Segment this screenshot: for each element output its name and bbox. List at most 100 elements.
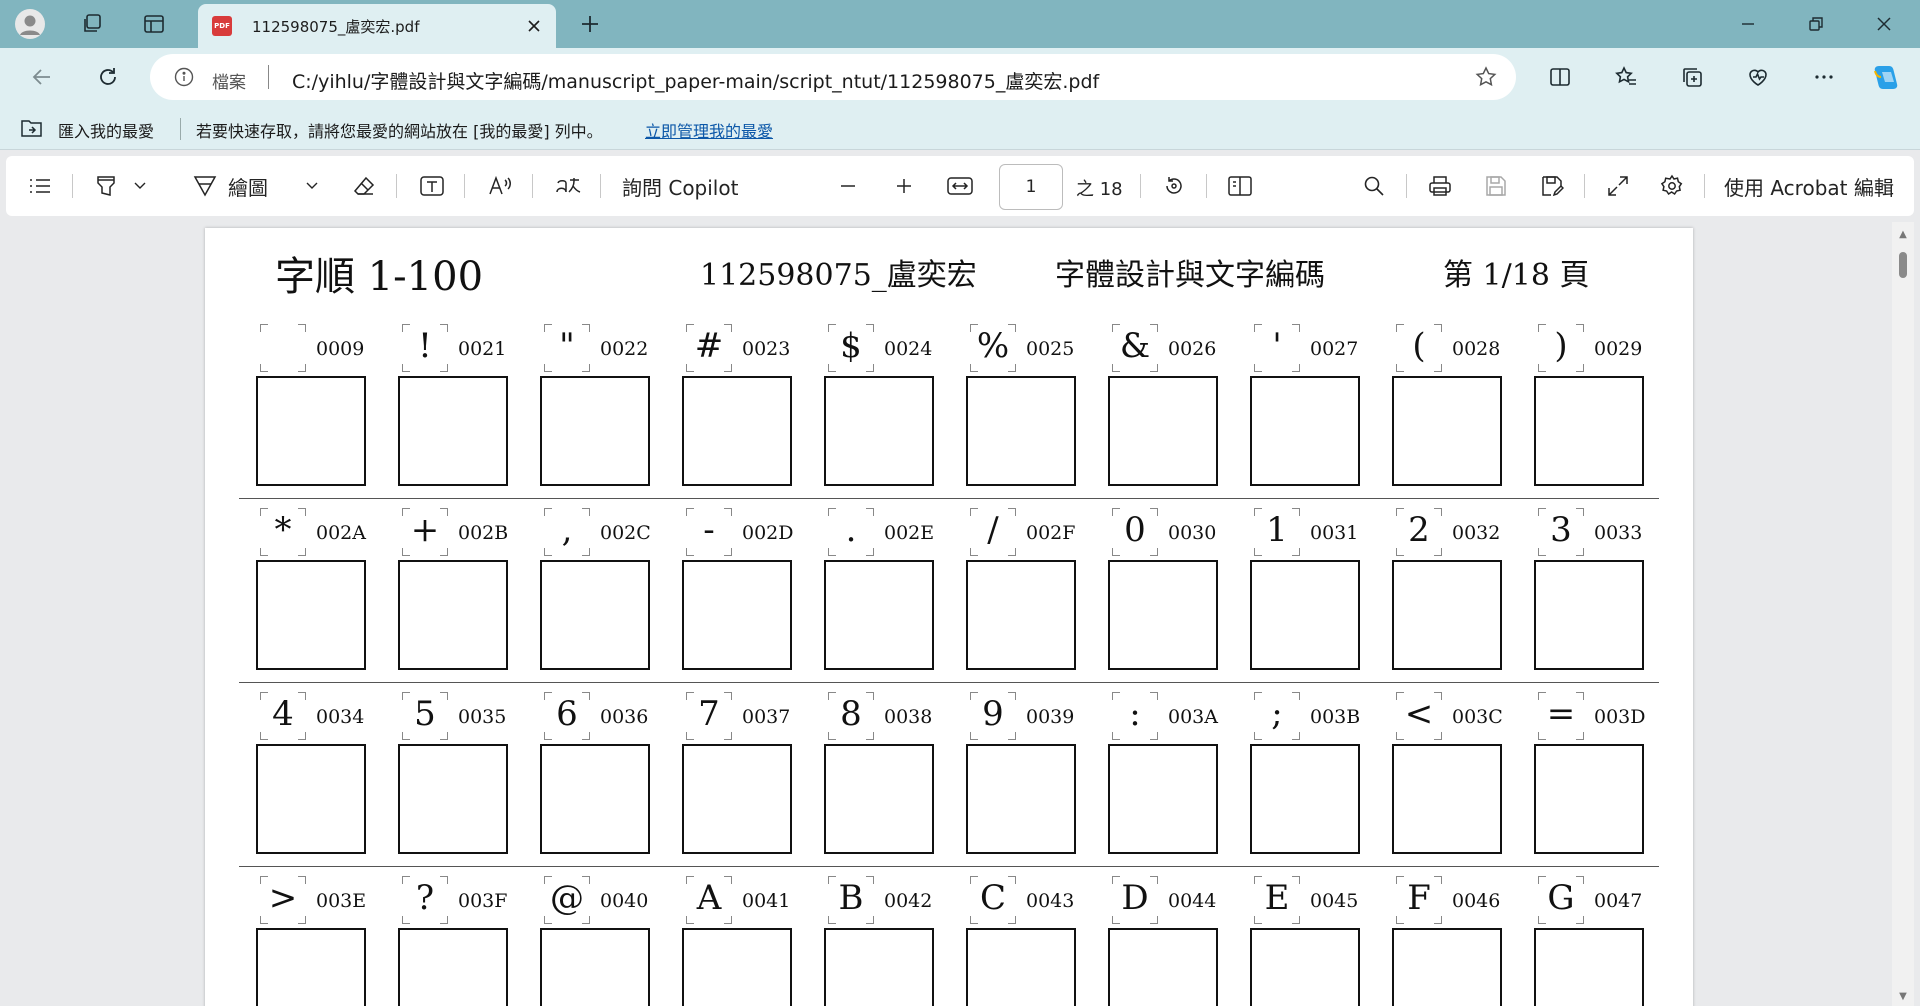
unicode-code: 0030 <box>1168 522 1217 544</box>
unicode-code: 0036 <box>600 706 649 728</box>
search-icon[interactable] <box>1358 170 1390 202</box>
reference-glyph: 5 <box>414 694 436 734</box>
more-menu-icon[interactable] <box>1808 61 1840 93</box>
address-bar[interactable]: 檔案 C:/yihlu/字體設計與文字編碼/manuscript_paper-m… <box>150 54 1516 100</box>
favorites-icon[interactable] <box>1610 61 1642 93</box>
split-screen-icon[interactable] <box>1544 61 1576 93</box>
glyph-cell: ; 003B <box>1250 692 1360 870</box>
tab-close-icon[interactable] <box>522 14 546 38</box>
save-icon[interactable] <box>1480 170 1512 202</box>
favorites-bar: 匯入我的最愛 若要快速存取，請將您最愛的網站放在 [我的最愛] 列中。 立即管理… <box>0 106 1920 150</box>
draw-button[interactable]: 繪圖 <box>228 170 268 202</box>
glyph-cell: % 0025 <box>966 324 1076 502</box>
unicode-code: 0040 <box>600 890 649 912</box>
ask-copilot-label: 詢問 Copilot <box>622 175 739 200</box>
settings-gear-icon[interactable] <box>1656 170 1688 202</box>
glyph-cell: 2 0032 <box>1392 508 1502 686</box>
page-view-icon[interactable] <box>1224 170 1256 202</box>
unicode-code: 0042 <box>884 890 933 912</box>
erase-icon[interactable] <box>348 170 380 202</box>
import-favorites-link[interactable]: 匯入我的最愛 <box>58 118 154 142</box>
favorites-hint: 若要快速存取，請將您最愛的網站放在 [我的最愛] 列中。 <box>196 122 603 141</box>
unicode-code: 0009 <box>316 338 365 360</box>
glyph-cell: / 002F <box>966 508 1076 686</box>
unicode-code: 0032 <box>1452 522 1501 544</box>
highlight-icon[interactable] <box>90 170 122 202</box>
glyph-cell: . 002E <box>824 508 934 686</box>
draw-dropdown-icon[interactable] <box>302 170 322 202</box>
ask-copilot-button[interactable]: 詢問 Copilot <box>622 170 738 202</box>
close-window-icon[interactable] <box>1854 0 1914 48</box>
browser-essentials-icon[interactable] <box>1742 61 1774 93</box>
page-number-input[interactable]: 1 <box>999 164 1063 210</box>
glyph-cell: <003C <box>1392 692 1503 870</box>
address-divider <box>268 65 269 89</box>
page-total-label: 之 18 <box>1076 179 1123 200</box>
import-favorites-icon[interactable] <box>20 117 44 143</box>
copilot-icon[interactable] <box>1870 61 1902 93</box>
glyph-cell: ' 0027 <box>1250 324 1360 502</box>
glyph-cell: ? 003F <box>398 876 508 1006</box>
page-header-page-number: 第 1/18 頁 <box>1443 258 1590 293</box>
writing-box <box>398 376 508 486</box>
glyph-cell: E 0045 <box>1250 876 1360 1006</box>
file-scheme-label: 檔案 <box>212 73 246 93</box>
highlight-dropdown-icon[interactable] <box>130 170 150 202</box>
unicode-code: 0023 <box>742 338 791 360</box>
draw-icon[interactable] <box>190 170 220 202</box>
toolbar-divider <box>464 174 465 198</box>
url-text[interactable]: C:/yihlu/字體設計與文字編碼/manuscript_paper-main… <box>292 67 1099 94</box>
glyph-cell: 8 0038 <box>824 692 934 870</box>
reference-glyph: ( <box>1412 326 1426 366</box>
restore-icon[interactable] <box>1786 0 1846 48</box>
scroll-down-icon[interactable]: ▼ <box>1897 990 1909 1002</box>
refresh-icon[interactable] <box>92 61 124 93</box>
add-text-icon[interactable] <box>416 170 448 202</box>
scrollbar-thumb[interactable] <box>1899 252 1907 278</box>
contents-icon[interactable] <box>24 170 56 202</box>
save-as-icon[interactable] <box>1536 170 1568 202</box>
print-icon[interactable] <box>1424 170 1456 202</box>
workspaces-icon[interactable] <box>76 8 108 40</box>
rotate-icon[interactable] <box>1158 170 1190 202</box>
vertical-scrollbar[interactable]: ▲ ▼ <box>1892 222 1914 1006</box>
fit-to-width-icon[interactable] <box>944 170 976 202</box>
vertical-tabs-icon[interactable] <box>138 8 170 40</box>
reference-glyph: 3 <box>1550 510 1572 550</box>
active-tab[interactable]: PDF 112598075_盧奕宏.pdf <box>198 4 556 48</box>
read-aloud-icon[interactable] <box>484 170 516 202</box>
reference-glyph: ' <box>1272 326 1282 366</box>
unicode-code: 0024 <box>884 338 933 360</box>
back-icon[interactable] <box>26 61 58 93</box>
writing-box <box>682 744 792 854</box>
site-info-icon[interactable] <box>174 67 194 91</box>
writing-box <box>1108 744 1218 854</box>
unicode-code: 0025 <box>1026 338 1075 360</box>
title-bar: PDF 112598075_盧奕宏.pdf <box>0 0 1920 48</box>
reference-glyph: # <box>694 326 724 366</box>
toolbar-divider <box>532 174 533 198</box>
profile-avatar[interactable] <box>14 8 46 40</box>
zoom-out-icon[interactable] <box>832 170 864 202</box>
pdf-viewport[interactable]: 字順 1-100 112598075_盧奕宏 字體設計與文字編碼 第 1/18 … <box>0 222 1920 1006</box>
scroll-up-icon[interactable]: ▲ <box>1897 228 1909 240</box>
reference-glyph: @ <box>550 878 584 918</box>
glyph-cell: 0009 <box>256 324 366 502</box>
glyph-cell: - 002D <box>682 508 794 686</box>
edit-with-acrobat-button[interactable]: 使用 Acrobat 編輯 <box>1724 170 1894 202</box>
minimize-icon[interactable] <box>1718 0 1778 48</box>
unicode-code: 003C <box>1452 706 1503 728</box>
zoom-in-icon[interactable] <box>888 170 920 202</box>
translate-icon[interactable] <box>552 170 584 202</box>
manage-favorites-link[interactable]: 立即管理我的最愛 <box>645 118 773 142</box>
reference-glyph: F <box>1407 878 1431 918</box>
writing-box <box>256 376 366 486</box>
fullscreen-icon[interactable] <box>1602 170 1634 202</box>
favorite-star-icon[interactable] <box>1474 65 1498 93</box>
glyph-cell: 1 0031 <box>1250 508 1360 686</box>
unicode-code: 002C <box>600 522 651 544</box>
collections-icon[interactable] <box>1676 61 1708 93</box>
writing-box <box>682 928 792 1006</box>
reference-glyph: ! <box>418 326 432 366</box>
new-tab-icon[interactable] <box>574 8 606 40</box>
